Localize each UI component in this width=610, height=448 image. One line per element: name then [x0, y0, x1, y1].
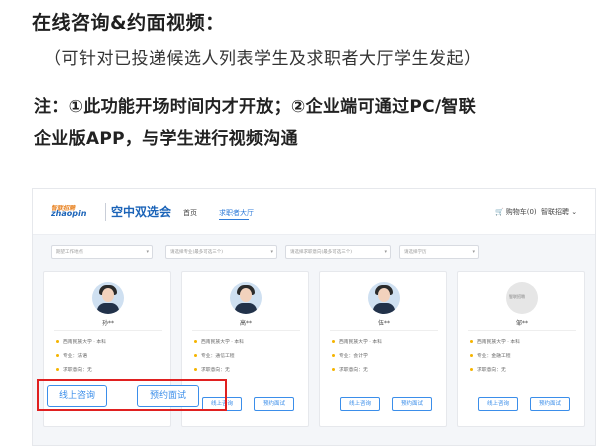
avatar: [368, 282, 400, 314]
filter-major[interactable]: 请选择专业(最多可选三个) ▾: [165, 245, 277, 259]
filter-intent-label: 请选择求职意向(最多可选三个): [290, 250, 353, 255]
chevron-down-icon: ▾: [270, 249, 273, 255]
filter-location-label: 期望工作地点: [56, 250, 83, 255]
zhaopin-logo[interactable]: 智联招聘 zhaopin: [51, 203, 97, 221]
nav-home-link[interactable]: 首页: [183, 208, 197, 218]
candidate-major: 专业：通信工程: [194, 352, 235, 359]
candidate-name: 孙**: [101, 320, 114, 327]
candidate-intent: 求职意向：无: [56, 366, 92, 373]
candidate-major: 专业：会计学: [332, 352, 368, 359]
page-subheading: （可针对已投递候选人列表学生及求职者大厅学生发起）: [44, 49, 482, 69]
candidate-name: 邹**: [515, 320, 528, 327]
candidate-school: 西南民族大学 · 本科: [332, 338, 382, 345]
interview-button[interactable]: 预约面试: [392, 397, 432, 411]
candidate-intent: 求职意向：无: [470, 366, 506, 373]
cart-label: 购物车(0): [505, 208, 537, 216]
chevron-down-icon: ▾: [472, 249, 475, 255]
card-divider: [330, 330, 438, 331]
cart-icon: 🛒: [495, 208, 504, 216]
note-line-1: 注：①此功能开场时间内才开放；②企业端可通过PC/智联: [34, 97, 477, 117]
consult-button[interactable]: 线上咨询: [478, 397, 518, 411]
cart-link[interactable]: 🛒 购物车(0): [495, 207, 537, 217]
candidate-major: 专业：金融工程: [470, 352, 511, 359]
avatar: [230, 282, 262, 314]
user-menu[interactable]: 智联招聘 ⌄: [541, 207, 577, 217]
logo-watermark: 智联招聘: [509, 294, 525, 299]
site-title: 空中双选会: [111, 205, 172, 219]
chevron-down-icon: ⌄: [571, 208, 578, 216]
candidate-intent: 求职意向：无: [194, 366, 230, 373]
candidate-card[interactable]: 智联招聘 邹** 西南民族大学 · 本科 专业：金融工程 求职意向：无 线上咨询…: [457, 271, 585, 427]
interview-button[interactable]: 预约面试: [254, 397, 294, 411]
filter-degree[interactable]: 请选择学历 ▾: [399, 245, 479, 259]
card-divider: [54, 330, 162, 331]
candidate-name: 伍**: [377, 320, 390, 327]
candidate-name: 高**: [239, 320, 252, 327]
candidate-intent: 求职意向：无: [332, 366, 368, 373]
site-header: 智联招聘 zhaopin 空中双选会 首页 求职者大厅 🛒 购物车(0) 智联招聘…: [33, 189, 595, 235]
filter-intent[interactable]: 请选择求职意向(最多可选三个) ▾: [285, 245, 391, 259]
logo-divider: [105, 203, 106, 221]
page-heading: 在线咨询&约面视频：: [32, 12, 225, 34]
nav-hall-link[interactable]: 求职者大厅: [219, 208, 254, 218]
chevron-down-icon: ▾: [384, 249, 387, 255]
card-divider: [192, 330, 300, 331]
nav-active-underline: [219, 219, 249, 220]
candidate-school: 西南民族大学 · 本科: [56, 338, 106, 345]
highlight-box: [37, 379, 227, 411]
avatar: [92, 282, 124, 314]
note-line-2: 企业版APP，与学生进行视频沟通: [34, 129, 298, 149]
consult-button[interactable]: 线上咨询: [340, 397, 380, 411]
candidate-school: 西南民族大学 · 本科: [470, 338, 520, 345]
user-label: 智联招聘: [541, 208, 569, 216]
filter-major-label: 请选择专业(最多可选三个): [170, 250, 224, 255]
web-screenshot: 智联招聘 zhaopin 空中双选会 首页 求职者大厅 🛒 购物车(0) 智联招聘…: [32, 188, 596, 446]
interview-button[interactable]: 预约面试: [530, 397, 570, 411]
card-divider: [468, 330, 576, 331]
logo-text-main: zhaopin: [51, 209, 87, 218]
filter-degree-label: 请选择学历: [404, 250, 427, 255]
candidate-school: 西南民族大学 · 本科: [194, 338, 244, 345]
avatar-placeholder: 智联招聘: [506, 282, 538, 314]
chevron-down-icon: ▾: [146, 249, 149, 255]
filter-location[interactable]: 期望工作地点 ▾: [51, 245, 153, 259]
candidate-card[interactable]: 伍** 西南民族大学 · 本科 专业：会计学 求职意向：无 线上咨询 预约面试: [319, 271, 447, 427]
candidate-major: 专业：法语: [56, 352, 87, 359]
